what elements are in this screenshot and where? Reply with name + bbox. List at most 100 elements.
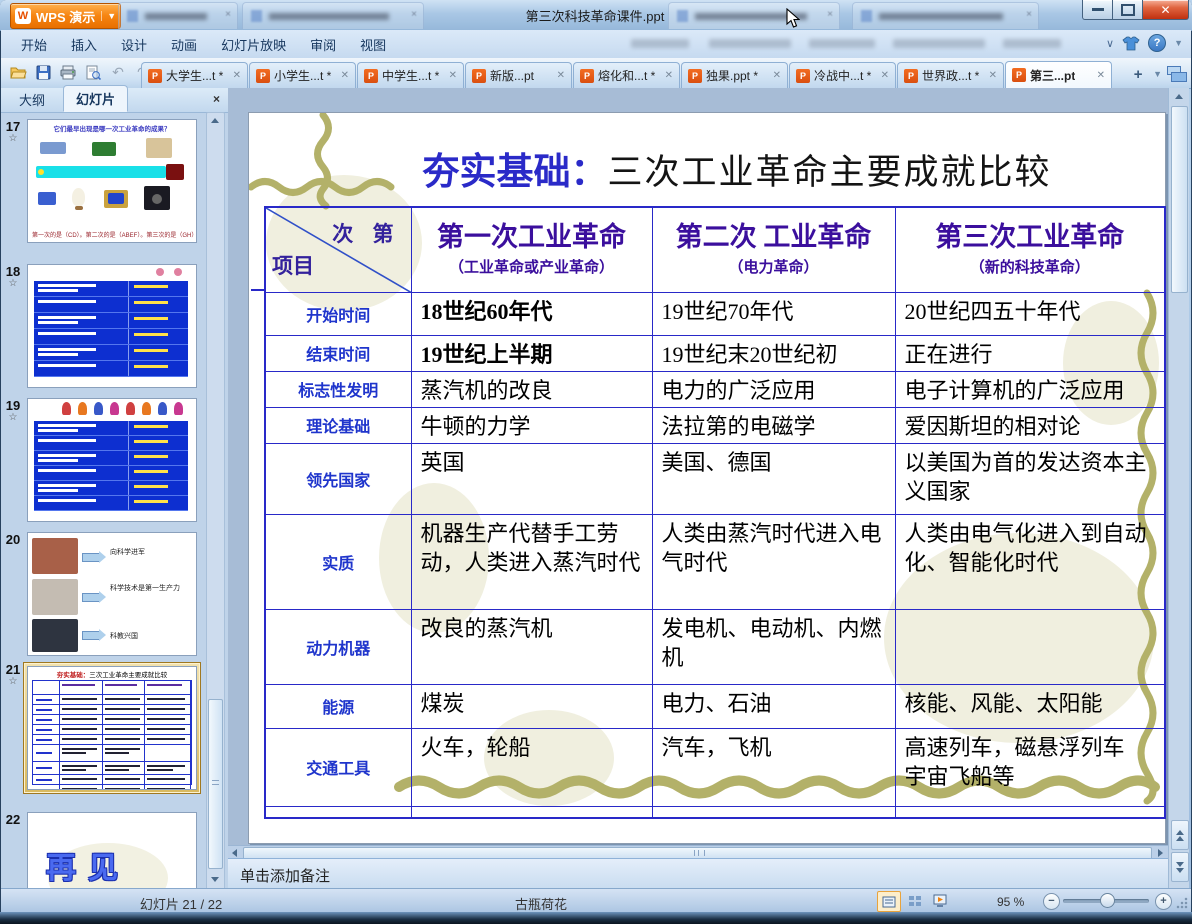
document-tab-6[interactable]: P独果.ppt *✕ [681,62,788,88]
previous-slide-button[interactable] [1171,820,1189,850]
table-cell[interactable]: 电力的广泛应用 [652,371,895,407]
row-label[interactable]: 能源 [265,684,411,728]
row-label[interactable]: 开始时间 [265,292,411,335]
table-cell[interactable]: 18世纪60年代 [411,292,652,335]
current-slide[interactable]: 夯实基础：三次工业革命主要成就比较 次 第项目第一次工业革命（工业革命或产业革命… [248,112,1166,844]
row-label[interactable]: 标志性发明 [265,371,411,407]
row-label[interactable]: 理论基础 [265,407,411,443]
notes-pane[interactable]: 单击添加备注 [228,858,1168,889]
document-tab-9[interactable]: P第三...pt✕ [1005,61,1112,88]
table-cell[interactable]: 人类由蒸汽时代进入电气时代 [652,514,895,609]
scroll-right-icon[interactable] [1154,847,1167,858]
menu-item-7[interactable]: 视图 [348,31,398,58]
slide-thumbnail-21[interactable]: 夯实基础：三次工业革命主要成就比较 [27,666,197,790]
slide-thumbnail-20[interactable]: 向科学进军科学技术是第一生产力科教兴国 [27,532,197,656]
table-cell[interactable] [652,806,895,818]
vertical-scrollbar-thumb[interactable] [1171,106,1188,293]
table-cell[interactable]: 法拉第的电磁学 [652,407,895,443]
table-cell[interactable]: 火车，轮船 [411,728,652,806]
menu-item-4[interactable]: 动画 [159,31,209,58]
save-icon[interactable] [32,61,54,83]
slide-thumbnail-18[interactable] [27,264,197,388]
panel-close-icon[interactable]: × [213,92,220,106]
new-tab-button[interactable]: + [1128,64,1148,84]
document-tab-3[interactable]: P中学生...t *✕ [357,62,464,88]
slide-sorter-view-icon[interactable] [904,891,926,910]
menu-item-3[interactable]: 设计 [109,31,159,58]
document-tab-5[interactable]: P熔化和...t *✕ [573,62,680,88]
document-tab-4[interactable]: P新版...pt✕ [465,62,572,88]
table-cell[interactable]: 发电机、电动机、内燃机 [652,609,895,684]
table-cell[interactable]: 以美国为首的发达资本主义国家 [895,443,1165,514]
table-cell[interactable] [411,806,652,818]
sidebar-scrollbar[interactable] [206,112,225,890]
tab-close-icon[interactable]: ✕ [665,70,673,81]
help-icon[interactable]: ? [1148,34,1166,52]
slide-thumbnail-17[interactable]: 它们最早出现是哪一次工业革命的成果？第一次的是（CD）。第二次的是（ABEF）。… [27,119,197,243]
menu-item-2[interactable]: 插入 [59,31,109,58]
table-cell[interactable] [895,806,1165,818]
menu-item-1[interactable]: 开始 [9,31,59,58]
slide-thumbnail-22[interactable]: 再见 [27,812,197,888]
tab-close-icon[interactable]: ✕ [557,70,565,81]
maximize-button[interactable] [1113,0,1143,20]
zoom-out-button[interactable]: − [1043,893,1060,910]
wps-vip-shirt-icon[interactable] [1122,36,1140,51]
tab-close-icon[interactable]: ✕ [341,70,349,81]
tab-close-icon[interactable]: ✕ [1097,70,1105,81]
document-tab-1[interactable]: P大学生...t *✕ [141,62,248,88]
table-cell[interactable]: 高速列车，磁悬浮列车 宇宙飞船等 [895,728,1165,806]
column-header-1[interactable]: 第一次工业革命（工业革命或产业革命） [411,207,652,292]
tab-close-icon[interactable]: ✕ [233,70,241,81]
slideshow-view-icon[interactable] [929,891,951,910]
comparison-table[interactable]: 次 第项目第一次工业革命（工业革命或产业革命）第二次 工业革命（电力革命）第三次… [264,206,1166,819]
row-label[interactable]: 领先国家 [265,443,411,514]
menu-item-5[interactable]: 幻灯片放映 [209,31,298,58]
table-corner-cell[interactable]: 次 第项目 [265,207,411,292]
wps-app-button[interactable]: W WPS 演示 ▼ [10,3,121,29]
tab-close-icon[interactable]: ✕ [773,70,781,81]
zoom-slider-thumb[interactable] [1100,893,1115,908]
table-cell[interactable]: 核能、风能、太阳能 [895,684,1165,728]
next-slide-button[interactable] [1171,852,1189,882]
row-label[interactable]: 结束时间 [265,335,411,371]
table-cell[interactable]: 汽车，飞机 [652,728,895,806]
scroll-left-icon[interactable] [228,847,241,858]
table-cell[interactable]: 爱因斯坦的相对论 [895,407,1165,443]
table-cell[interactable]: 人类由电气化进入到自动化、智能化时代 [895,514,1165,609]
collapse-ribbon-icon[interactable]: ∨ [1106,37,1114,50]
app-menu-caret-icon[interactable]: ▼ [101,11,116,21]
tab-outline[interactable]: 大纲 [7,87,57,112]
vertical-scrollbar[interactable] [1168,88,1189,888]
scroll-up-icon[interactable] [207,113,222,128]
zoom-in-button[interactable]: + [1155,893,1172,910]
table-cell[interactable] [265,806,411,818]
table-cell[interactable]: 美国、德国 [652,443,895,514]
more-dropdown-icon[interactable]: ▼ [1174,38,1183,48]
slide-thumbnail-19[interactable] [27,398,197,522]
undo-icon[interactable]: ↶ [107,61,129,83]
document-tab-8[interactable]: P世界政...t *✕ [897,62,1004,88]
table-cell[interactable]: 20世纪四五十年代 [895,292,1165,335]
table-cell[interactable]: 电力、石油 [652,684,895,728]
sidebar-scrollbar-thumb[interactable] [208,699,223,869]
horizontal-scrollbar[interactable] [228,845,1168,859]
table-cell[interactable]: 英国 [411,443,652,514]
tab-close-icon[interactable]: ✕ [449,70,457,81]
column-header-2[interactable]: 第二次 工业革命（电力革命） [652,207,895,292]
table-cell[interactable]: 19世纪末20世纪初 [652,335,895,371]
row-label[interactable]: 交通工具 [265,728,411,806]
tab-list-dropdown-icon[interactable]: ▼ [1153,69,1162,79]
minimize-button[interactable] [1082,0,1113,20]
close-button[interactable]: ✕ [1143,0,1189,20]
table-cell[interactable]: 牛顿的力学 [411,407,652,443]
scroll-up-icon[interactable] [1171,88,1187,104]
table-cell[interactable]: 19世纪70年代 [652,292,895,335]
arrange-windows-icon[interactable] [1167,66,1187,82]
table-cell[interactable]: 电子计算机的广泛应用 [895,371,1165,407]
table-cell[interactable]: 改良的蒸汽机 [411,609,652,684]
tab-slides[interactable]: 幻灯片 [63,85,128,112]
row-label[interactable]: 动力机器 [265,609,411,684]
slide-title[interactable]: 夯实基础：三次工业革命主要成就比较 [319,141,1155,195]
print-preview-icon[interactable] [82,61,104,83]
